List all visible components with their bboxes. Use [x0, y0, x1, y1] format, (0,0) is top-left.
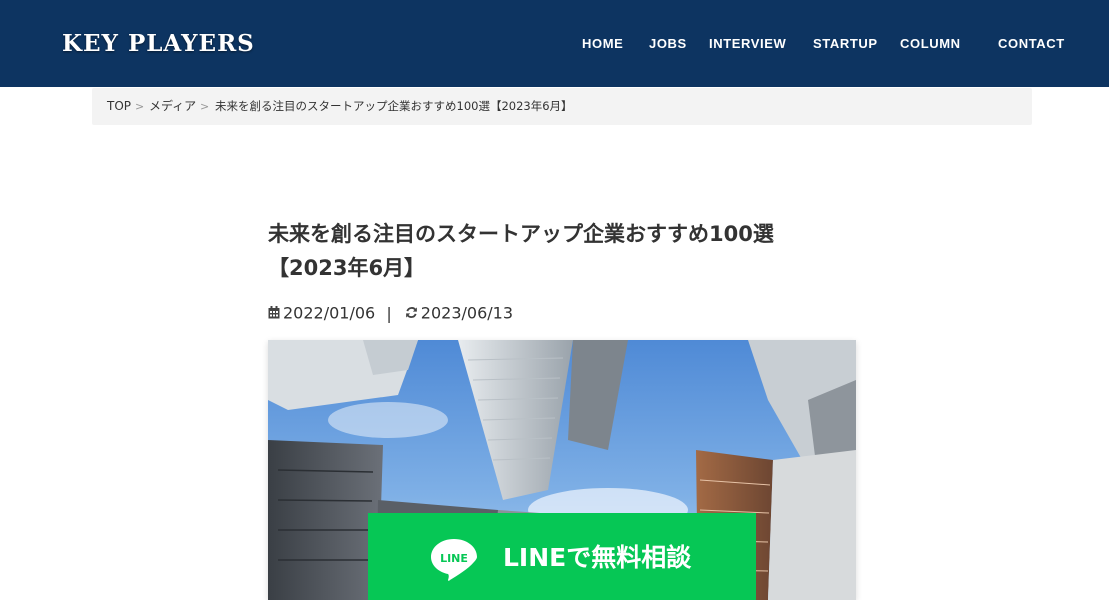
calendar-icon	[268, 303, 280, 325]
page-title-line1: 未来を創る注目のスタートアップ企業おすすめ100選	[268, 222, 774, 246]
line-logo-text: LINE	[440, 552, 468, 565]
site-header: KEY PLAYERS HOME JOBS INTERVIEW STARTUP …	[0, 0, 1109, 87]
line-logo-icon: LINE	[431, 539, 477, 581]
page-title: 未来を創る注目のスタートアップ企業おすすめ100選 【2023年6月】	[268, 217, 828, 285]
published-date: 2022/01/06	[283, 303, 376, 323]
breadcrumb-current: 未来を創る注目のスタートアップ企業おすすめ100選【2023年6月】	[215, 99, 573, 113]
updated-date: 2023/06/13	[420, 303, 514, 323]
nav-column[interactable]: COLUMN	[900, 36, 961, 51]
breadcrumb-separator: >	[135, 100, 145, 113]
main-nav: HOME JOBS INTERVIEW STARTUP COLUMN CONTA…	[0, 36, 1109, 56]
page-title-line2: 【2023年6月】	[268, 256, 426, 280]
nav-home[interactable]: HOME	[582, 36, 623, 51]
refresh-icon	[405, 303, 418, 325]
meta-separator: |	[386, 303, 392, 323]
breadcrumb-separator: >	[200, 100, 210, 113]
breadcrumb-media[interactable]: メディア	[149, 88, 196, 125]
nav-startup[interactable]: STARTUP	[813, 36, 878, 51]
nav-jobs[interactable]: JOBS	[649, 36, 687, 51]
line-consult-button[interactable]: LINE LINEで無料相談	[368, 513, 756, 600]
line-consult-label: LINEで無料相談	[503, 543, 692, 572]
breadcrumb: TOP > メディア > 未来を創る注目のスタートアップ企業おすすめ100選【2…	[92, 88, 1032, 125]
article-meta: 2022/01/06 | 2023/06/13	[268, 302, 513, 324]
nav-interview[interactable]: INTERVIEW	[709, 36, 786, 51]
breadcrumb-top[interactable]: TOP	[107, 88, 131, 125]
nav-contact[interactable]: CONTACT	[998, 36, 1065, 51]
